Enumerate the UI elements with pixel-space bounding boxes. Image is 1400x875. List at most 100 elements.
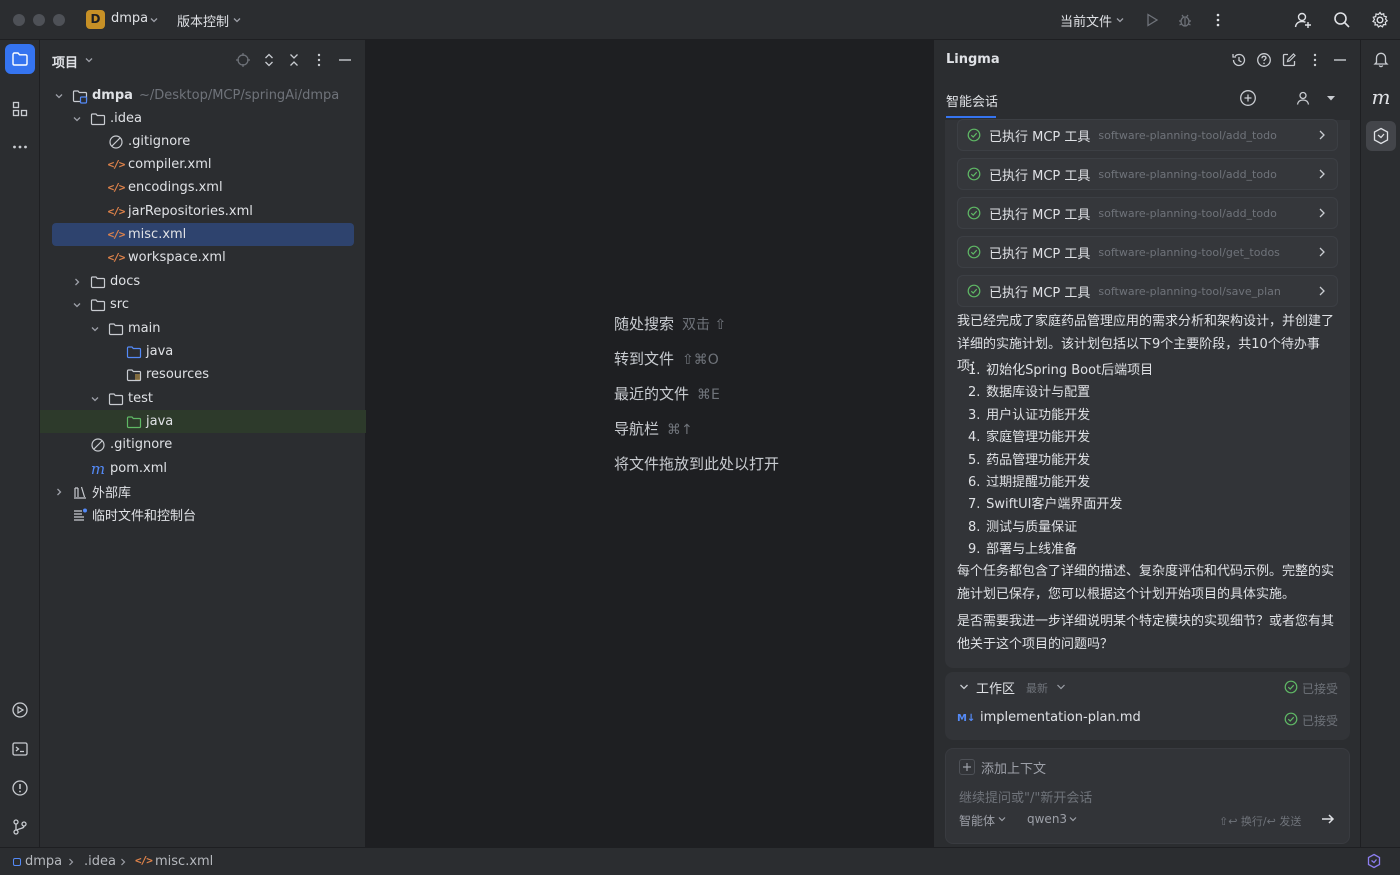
search-icon[interactable] — [1332, 10, 1352, 30]
lingma-tool-button[interactable] — [1366, 121, 1396, 151]
tree-item-dmpa[interactable]: dmpa ~/Desktop/MCP/springAi/dmpa — [52, 84, 354, 107]
hint-goto-file[interactable]: 转到文件 ⇧⌘O — [614, 348, 719, 369]
workspace-file-link[interactable]: implementation-plan.md — [980, 710, 1141, 725]
structure-tool-button[interactable] — [5, 94, 35, 124]
lingma-status-icon[interactable] — [1366, 853, 1382, 869]
tree-item-external-libraries[interactable]: 外部库 — [52, 480, 354, 503]
more-actions-icon[interactable] — [1208, 10, 1228, 30]
chevron-down-icon[interactable] — [52, 89, 66, 103]
chevron-down-icon[interactable] — [88, 322, 102, 336]
tree-item-idea[interactable]: .idea — [52, 107, 354, 130]
tree-item-src[interactable]: src — [52, 293, 354, 316]
add-context-label[interactable]: 添加上下文 — [981, 758, 1046, 777]
minimize-window-button[interactable] — [33, 14, 45, 26]
run-icon[interactable] — [1142, 10, 1162, 30]
tree-item-main[interactable]: main — [52, 317, 354, 340]
chevron-right-icon[interactable] — [52, 485, 66, 499]
breadcrumb-item[interactable]: dmpa — [25, 854, 62, 869]
tree-item-docs[interactable]: docs — [52, 270, 354, 293]
title-bar: D dmpa 版本控制 当前文件 — [0, 0, 1400, 40]
chevron-down-icon — [997, 814, 1007, 824]
options-icon[interactable] — [1306, 51, 1324, 69]
tree-item-test[interactable]: test — [52, 387, 354, 410]
vcs-menu[interactable]: 版本控制 — [177, 11, 229, 30]
tab-smart-chat[interactable]: 智能会话 — [946, 91, 998, 110]
run-config-selector[interactable]: 当前文件 — [1060, 11, 1112, 30]
mode-selector[interactable]: 智能体 — [959, 812, 995, 829]
hide-panel-icon[interactable] — [1331, 51, 1349, 69]
git-tool-button[interactable] — [5, 812, 35, 842]
problems-tool-button[interactable] — [5, 773, 35, 803]
mcp-tool-call-card[interactable]: 已执行 MCP 工具 software-planning-tool/add_to… — [957, 197, 1338, 229]
tree-item-label: test — [128, 391, 153, 406]
tree-item-misc-xml[interactable]: </> misc.xml — [52, 223, 354, 246]
tree-item-root-gitignore[interactable]: .gitignore — [52, 433, 354, 456]
hide-panel-icon[interactable] — [336, 51, 354, 69]
model-selector[interactable]: qwen3 — [1027, 812, 1067, 826]
workspace-title[interactable]: 工作区 — [976, 678, 1015, 697]
more-horizontal-icon — [11, 138, 29, 156]
user-icon[interactable] — [1294, 89, 1312, 107]
chat-input-field[interactable]: 继续提问或"/"新开会话 — [959, 787, 1092, 806]
project-switcher[interactable]: dmpa — [111, 11, 148, 26]
tree-item-main-java[interactable]: java — [52, 340, 354, 363]
help-icon[interactable] — [1255, 51, 1273, 69]
mcp-tool-call-card[interactable]: 已执行 MCP 工具 software-planning-tool/save_p… — [957, 275, 1338, 307]
tree-item-resources[interactable]: resources — [52, 363, 354, 386]
chevron-down-icon[interactable] — [70, 112, 84, 126]
project-tool-button[interactable] — [5, 44, 35, 74]
list-item: 6. 过期提醒功能开发 — [968, 474, 1091, 490]
debug-icon[interactable] — [1175, 10, 1195, 30]
tree-item-jarrepositories-xml[interactable]: </> jarRepositories.xml — [52, 200, 354, 223]
maven-tool-button[interactable]: m — [1366, 82, 1396, 112]
mcp-tool-call-card[interactable]: 已执行 MCP 工具 software-planning-tool/add_to… — [957, 119, 1338, 151]
send-icon[interactable] — [1320, 811, 1336, 827]
right-tool-strip: m — [1360, 40, 1400, 847]
tree-item-scratches[interactable]: 临时文件和控制台 — [52, 503, 354, 526]
options-icon[interactable] — [310, 51, 328, 69]
notifications-button[interactable] — [1366, 44, 1396, 74]
history-icon[interactable] — [1230, 51, 1248, 69]
breadcrumb-item[interactable]: misc.xml — [155, 854, 213, 869]
project-badge[interactable]: D — [86, 10, 105, 29]
edit-icon[interactable] — [1280, 51, 1298, 69]
chevron-down-icon[interactable] — [70, 298, 84, 312]
project-panel-title[interactable]: 项目 — [52, 52, 78, 71]
expand-all-icon[interactable] — [260, 51, 278, 69]
caret-down-icon[interactable] — [1322, 89, 1340, 107]
tree-item-compiler-xml[interactable]: </> compiler.xml — [52, 153, 354, 176]
add-user-icon[interactable] — [1293, 10, 1313, 30]
services-tool-button[interactable] — [5, 695, 35, 725]
services-icon — [11, 701, 29, 719]
tree-item-path: ~/Desktop/MCP/springAi/dmpa — [138, 88, 340, 103]
hint-navigation-bar[interactable]: 导航栏 ⌘↑ — [614, 418, 693, 439]
chevron-down-icon[interactable] — [88, 392, 102, 406]
mcp-tool-call-card[interactable]: 已执行 MCP 工具 software-planning-tool/get_to… — [957, 236, 1338, 268]
close-window-button[interactable] — [13, 14, 25, 26]
hint-recent-files[interactable]: 最近的文件 ⌘E — [614, 383, 720, 404]
tree-item-workspace-xml[interactable]: </> workspace.xml — [52, 246, 354, 269]
chevron-right-icon[interactable] — [70, 275, 84, 289]
tree-item-test-java[interactable]: java — [40, 410, 366, 433]
collapse-all-icon[interactable] — [285, 51, 303, 69]
editor-area[interactable]: 随处搜索 双击 ⇧ 转到文件 ⇧⌘O 最近的文件 ⌘E 导航栏 ⌘↑ 将文件拖放到此处以… — [366, 40, 933, 847]
xml-file-icon: </> — [107, 205, 126, 218]
mcp-tool-call-card[interactable]: 已执行 MCP 工具 software-planning-tool/add_to… — [957, 158, 1338, 190]
locate-icon[interactable] — [234, 51, 252, 69]
more-tools-button[interactable] — [5, 132, 35, 162]
list-item: 5. 药品管理功能开发 — [968, 452, 1091, 468]
tree-item-label: encodings.xml — [128, 180, 223, 195]
tree-item-pom-xml[interactable]: m pom.xml — [52, 457, 354, 480]
workspace-filter[interactable]: 最新 — [1026, 680, 1048, 696]
add-context-button[interactable] — [959, 759, 975, 775]
hint-search-everywhere[interactable]: 随处搜索 双击 ⇧ — [614, 313, 726, 334]
zoom-window-button[interactable] — [53, 14, 65, 26]
terminal-tool-button[interactable] — [5, 734, 35, 764]
breadcrumb-item[interactable]: .idea — [84, 854, 116, 869]
chevron-down-icon[interactable] — [958, 681, 970, 693]
settings-icon[interactable] — [1370, 10, 1390, 30]
tree-item-encodings-xml[interactable]: </> encodings.xml — [52, 176, 354, 199]
new-chat-icon[interactable] — [1239, 89, 1257, 107]
xml-file-icon: </> — [107, 158, 126, 171]
tree-item-gitignore[interactable]: .gitignore — [52, 130, 354, 153]
